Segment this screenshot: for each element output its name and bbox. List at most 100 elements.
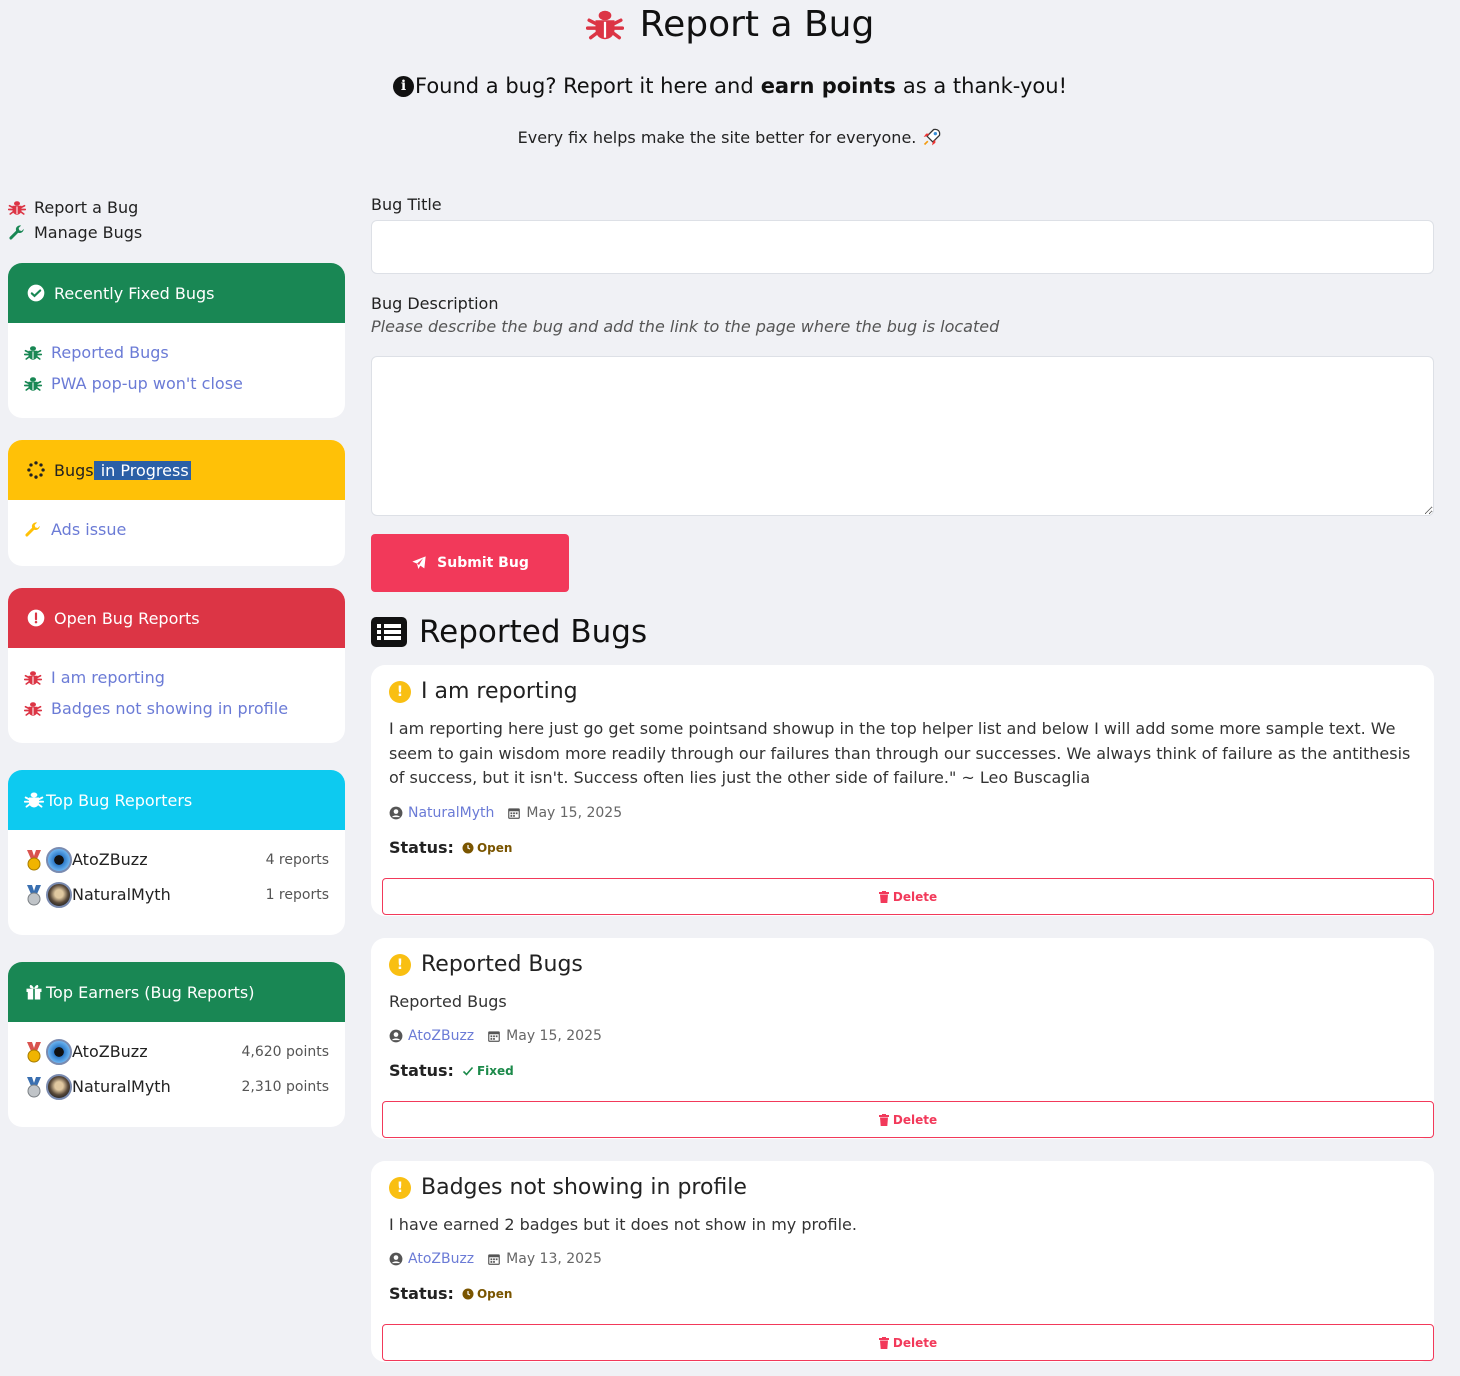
avatar[interactable] [46,881,72,908]
bug-icon [586,6,624,44]
bug-form: Bug Title Bug Description Please describ… [371,195,1434,592]
rocket-icon [924,128,941,146]
spinner-icon [27,461,45,479]
bug-card-status: Status: Fixed [389,1061,514,1080]
progress-item-label: Ads issue [51,520,127,539]
paper-plane-icon [412,556,426,569]
check-icon [462,1066,474,1076]
fixed-item[interactable]: PWA pop-up won't close [24,368,329,399]
avatar[interactable] [46,1073,72,1100]
recently-fixed-card: Recently Fixed Bugs Reported Bugs PWA po… [8,263,345,418]
earner-points: 4,620 points [241,1043,329,1060]
bug-icon [24,790,44,810]
info-icon: i [393,75,414,97]
reporter-row: NaturalMyth 1 reports [24,877,329,912]
delete-button[interactable]: Delete [382,1324,1434,1361]
trash-icon [878,1336,889,1349]
earner-points: 2,310 points [241,1078,329,1095]
bug-card-title-text: Reported Bugs [421,952,583,977]
status-badge: Fixed [462,1064,514,1078]
calendar-icon [488,1254,500,1265]
top-earners-card: Top Earners (Bug Reports) AtoZBuzz 4,620… [8,962,345,1127]
bug-card-status: Status: Open [389,1284,512,1303]
bug-title-input[interactable] [371,220,1434,274]
avatar[interactable] [46,846,72,873]
in-progress-card: Bugs in Progress Ads issue [8,440,345,566]
status-badge: Open [462,1287,512,1301]
bug-card-title: ! Badges not showing in profile [389,1175,747,1200]
reporter-count: 1 reports [265,886,329,903]
open-reports-header: Open Bug Reports [8,588,345,648]
bug-icon [24,700,42,718]
submit-bug-label: Submit Bug [437,555,529,571]
bug-icon [24,344,42,362]
bug-card: ! Reported Bugs Reported Bugs AtoZBuzz M… [371,938,1434,1139]
subintro-line: Every fix helps make the site better for… [0,127,1460,147]
status-badge-text: Fixed [476,1063,514,1078]
open-item[interactable]: Badges not showing in profile [24,693,329,724]
bug-card-title: ! I am reporting [389,679,578,704]
intro-text-before: Found a bug? Report it here and [415,74,754,98]
nav-manage-bugs[interactable]: Manage Bugs [8,220,308,245]
progress-item[interactable]: Ads issue [24,514,329,545]
in-progress-title: Bugs in Progress [54,460,191,480]
top-reporters-title: Top Bug Reporters [46,790,193,810]
reporter-name[interactable]: AtoZBuzz [72,850,266,869]
bug-card-date: May 15, 2025 [506,1028,602,1044]
in-progress-title-plain: Bugs [54,460,94,480]
bug-card-title-text: I am reporting [421,679,578,704]
nav-manage-label: Manage Bugs [34,223,143,242]
fixed-item-label: Reported Bugs [51,343,169,362]
user-circle-icon [389,806,403,820]
status-label: Status: [389,1284,454,1303]
wrench-icon [24,521,42,539]
warning-icon: ! [389,953,411,976]
nav-report-bug[interactable]: Report a Bug [8,195,308,220]
reported-bugs-heading-text: Reported Bugs [419,614,648,650]
intro-text-after: as a thank-you! [902,74,1067,98]
warning-icon: ! [389,1176,411,1199]
delete-button[interactable]: Delete [382,1101,1434,1138]
bug-card-description: I have earned 2 badges but it does not s… [389,1215,857,1234]
user-circle-icon [389,1252,403,1266]
bug-card-date: May 13, 2025 [506,1251,602,1267]
bug-card-author[interactable]: AtoZBuzz [408,1028,474,1044]
open-item[interactable]: I am reporting [24,662,329,693]
earner-name[interactable]: AtoZBuzz [72,1042,241,1061]
clock-icon [462,1288,474,1299]
silver-medal-icon [27,884,41,905]
delete-label: Delete [892,889,938,904]
bug-card-title-text: Badges not showing in profile [421,1175,747,1200]
bug-description-input[interactable] [371,356,1434,516]
user-circle-icon [389,1029,403,1043]
warning-icon: ! [389,680,411,703]
bug-icon [8,199,26,217]
fixed-item[interactable]: Reported Bugs [24,337,329,368]
submit-bug-button[interactable]: Submit Bug [371,534,569,592]
status-badge: Open [462,841,512,855]
status-badge-text: Open [476,1286,513,1301]
delete-label: Delete [892,1112,938,1127]
bug-card: ! Badges not showing in profile I have e… [371,1161,1434,1362]
avatar[interactable] [46,1038,72,1065]
bug-card-author[interactable]: NaturalMyth [408,805,494,821]
open-item-label: Badges not showing in profile [51,699,289,718]
bug-card-description: I am reporting here just go get some poi… [389,719,1411,787]
bug-card-meta: NaturalMyth May 15, 2025 [389,805,622,821]
reporter-name[interactable]: NaturalMyth [72,885,266,904]
bug-icon [24,669,42,687]
calendar-icon [488,1031,500,1042]
page-title: Report a Bug [0,4,1460,45]
list-icon [371,617,407,647]
delete-button[interactable]: Delete [382,878,1434,915]
bug-card-status: Status: Open [389,838,512,857]
gold-medal-icon [27,1041,41,1062]
bug-card-author[interactable]: AtoZBuzz [408,1251,474,1267]
exclamation-circle-icon [27,609,45,627]
bug-card-meta: AtoZBuzz May 15, 2025 [389,1028,602,1044]
bug-card-title: ! Reported Bugs [389,952,583,977]
bug-icon [24,375,42,393]
top-earners-title: Top Earners (Bug Reports) [46,982,255,1002]
nav-report-label: Report a Bug [34,198,139,217]
earner-name[interactable]: NaturalMyth [72,1077,241,1096]
